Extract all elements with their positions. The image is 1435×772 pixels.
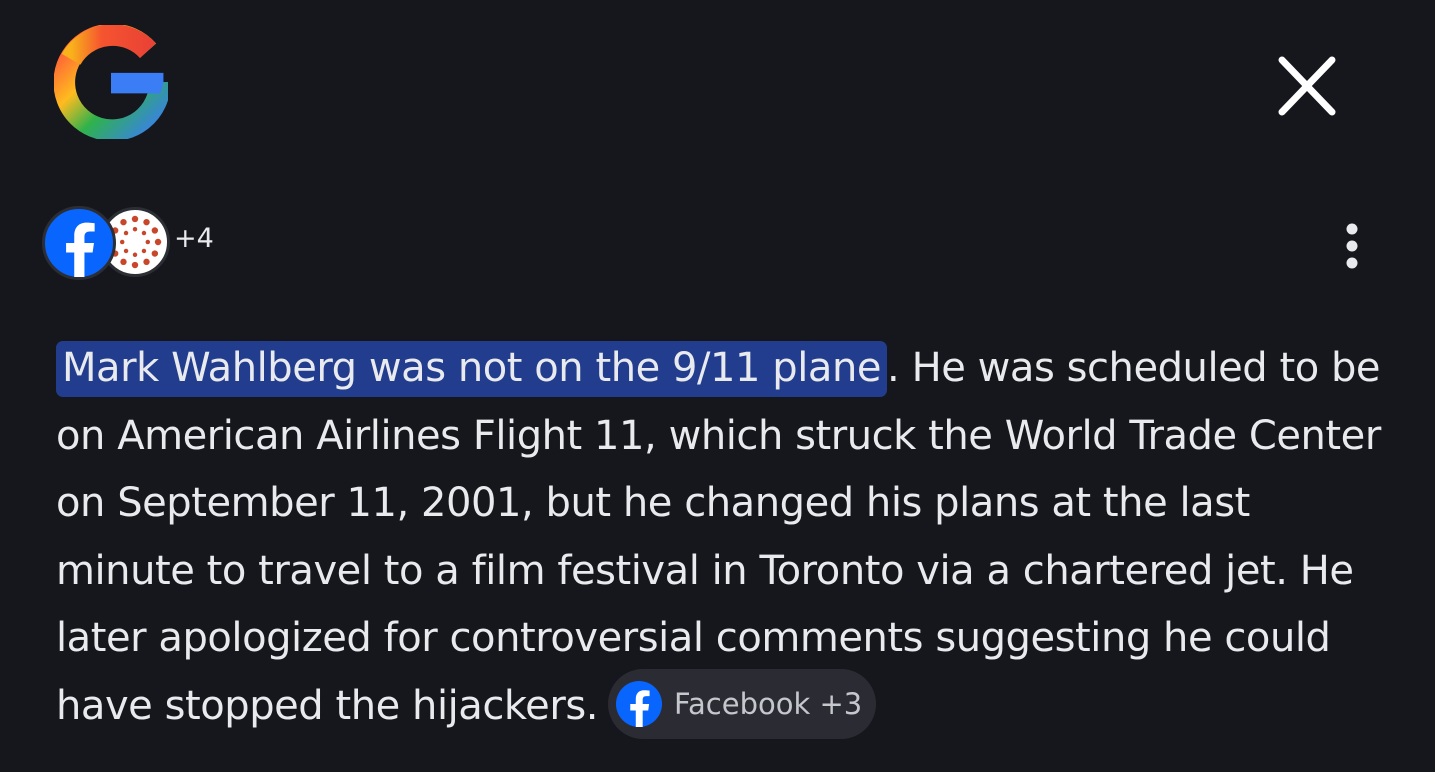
citation-chip[interactable]: Facebook +3 <box>608 668 876 739</box>
highlighted-claim: Mark Wahlberg was not on the 9/11 plane <box>56 341 888 397</box>
sources-row[interactable]: +4 <box>42 205 272 283</box>
facebook-icon <box>42 206 116 280</box>
google-logo <box>53 23 171 141</box>
sources-more-count: +4 <box>174 223 214 254</box>
close-icon <box>1278 56 1336 116</box>
ai-answer-text: Mark Wahlberg was not on the 9/11 plane.… <box>56 335 1396 743</box>
close-button[interactable] <box>1272 54 1342 118</box>
citation-label: Facebook +3 <box>674 686 863 721</box>
more-vert-icon <box>1346 223 1358 269</box>
facebook-icon <box>616 680 662 727</box>
google-g-icon <box>53 23 171 141</box>
more-options-button[interactable] <box>1326 218 1378 274</box>
